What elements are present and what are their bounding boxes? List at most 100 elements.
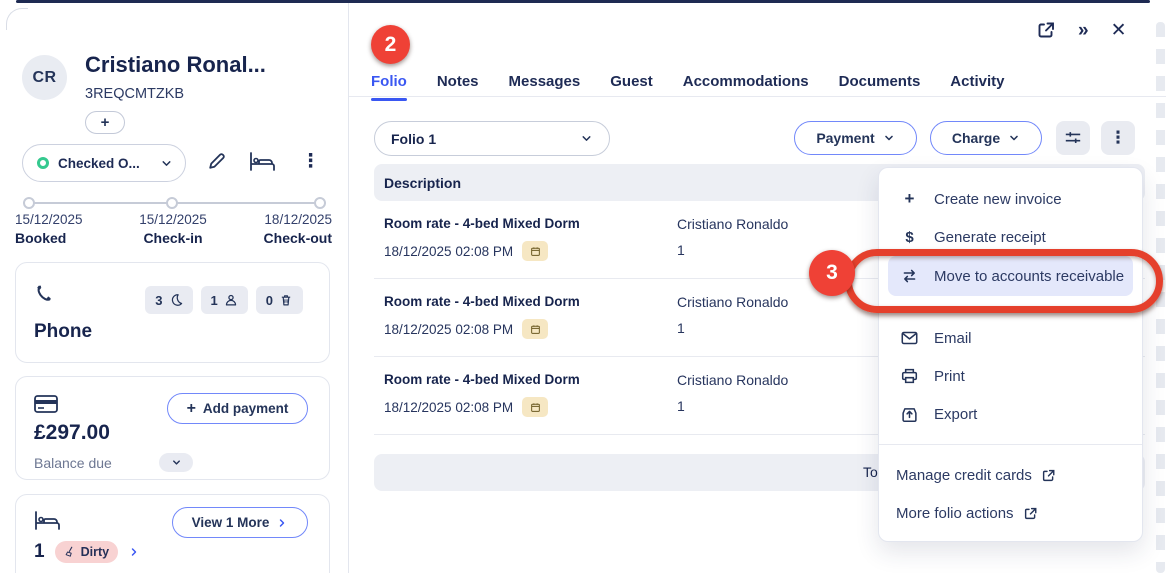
bin-badge: 0 [256,286,303,314]
moon-icon [169,293,183,307]
collapse-panel-icon[interactable]: » [1078,21,1089,40]
menu-item-generate-receipt[interactable]: $ Generate receipt [879,218,1142,256]
status-label: Checked O... [58,156,151,171]
balance-due-label: Balance due [34,455,112,471]
row-description: Room rate - 4-bed Mixed Dorm [384,294,580,309]
calendar-icon [530,246,541,257]
bin-count: 0 [266,293,273,308]
row-description: Room rate - 4-bed Mixed Dorm [384,216,580,231]
transfer-icon [900,269,919,283]
external-link-icon [1041,468,1056,483]
folio-select-value: Folio 1 [391,131,580,147]
plus-icon: + [187,400,196,418]
calendar-icon [530,402,541,413]
row-qty: 1 [677,242,685,258]
menu-item-label: Create new invoice [934,191,1062,208]
menu-item-move-to-accounts-receivable[interactable]: Move to accounts receivable [888,256,1133,296]
checkout-date: 18/12/2025 [222,212,332,227]
guests-badge: 1 [201,286,248,314]
kebab-menu-icon[interactable]: ⋮ [301,152,320,171]
add-tag-button[interactable]: + [85,111,125,134]
chevron-down-icon [160,157,173,170]
folio-select[interactable]: Folio 1 [374,121,610,156]
timeline-booked: 15/12/2025 Booked [15,212,125,246]
person-icon [224,293,238,307]
booked-date: 15/12/2025 [15,212,125,227]
bed-icon [34,511,60,530]
menu-item-more-folio-actions[interactable]: More folio actions [879,494,1142,532]
rooms-count: 1 [34,541,45,563]
charge-dropdown-button[interactable]: Charge [930,121,1042,155]
add-payment-button[interactable]: + Add payment [167,393,308,424]
menu-item-label: Print [934,368,965,385]
phone-title: Phone [34,321,92,343]
menu-item-label: Email [934,330,972,347]
folio-actions-menu: + Create new invoice $ Generate receipt … [878,167,1143,542]
charge-label: Charge [952,130,1000,146]
menu-item-export[interactable]: Export [879,395,1142,433]
nights-count: 3 [155,293,162,308]
chevron-down-icon [883,132,895,144]
dirty-label: Dirty [81,545,109,559]
guests-count: 1 [211,293,218,308]
row-guest: Cristiano Ronaldo [677,372,788,388]
folio-actions-button[interactable]: ⋮ [1101,121,1135,155]
booking-detail-panel: CR Cristiano Ronal... 3REQCMTZKB + Check… [0,0,1166,573]
print-icon [900,368,919,384]
menu-item-label: Generate receipt [934,229,1046,246]
chevron-right-icon[interactable] [128,546,140,558]
nights-badge: 3 [145,286,192,314]
checkout-label: Check-out [222,230,332,246]
row-description: Room rate - 4-bed Mixed Dorm [384,372,580,387]
room-icon[interactable] [249,152,275,171]
credit-card-icon [34,395,58,413]
avatar: CR [22,55,67,100]
close-icon[interactable]: ✕ [1111,21,1127,40]
chevron-down-icon [171,457,182,468]
phone-card: 3 1 0 Phone [15,262,330,363]
chevron-down-icon [580,132,593,145]
add-payment-label: Add payment [203,401,289,416]
menu-item-label: Move to accounts receivable [934,268,1124,285]
edit-icon[interactable] [206,151,227,172]
menu-item-label: More folio actions [896,505,1014,522]
dirty-status-badge: Dirty [55,541,118,563]
row-datetime: 18/12/2025 02:08 PM [384,400,513,415]
rooms-card: View 1 More 1 Dirty [15,494,330,573]
row-qty: 1 [677,398,685,414]
status-dropdown[interactable]: Checked O... [22,144,186,182]
balance-amount: £297.00 [34,421,110,445]
timeline-dot-checkin [166,197,178,209]
checkin-date: 15/12/2025 [118,212,228,227]
row-datetime: 18/12/2025 02:08 PM [384,244,513,259]
broom-icon [64,546,76,558]
payment-label: Payment [816,130,874,146]
plus-icon: + [900,189,919,209]
auto-posted-badge [522,241,548,261]
payment-dropdown-button[interactable]: Payment [794,121,917,155]
status-dot-icon [37,157,49,169]
top-border [16,0,1150,3]
step-3-badge: 3 [809,250,855,296]
payment-card: + Add payment £297.00 Balance due [15,376,330,480]
menu-item-email[interactable]: Email [879,319,1142,357]
menu-item-label: Export [934,406,977,423]
external-link-icon [1023,506,1038,521]
filter-button[interactable] [1056,121,1090,155]
open-external-icon[interactable] [1036,20,1056,40]
view-more-button[interactable]: View 1 More [172,507,308,538]
menu-item-manage-credit-cards[interactable]: Manage credit cards [879,456,1142,494]
balance-expand-button[interactable] [159,453,193,472]
email-icon [900,331,919,345]
total-label-partial: To [863,464,878,480]
scrollbar-track[interactable] [1156,22,1165,573]
row-guest: Cristiano Ronaldo [677,216,788,232]
row-qty: 1 [677,320,685,336]
auto-posted-badge [522,397,548,417]
timeline-dot-booked [23,197,35,209]
menu-item-print[interactable]: Print [879,357,1142,395]
menu-item-create-new-invoice[interactable]: + Create new invoice [879,180,1142,218]
dollar-icon: $ [900,229,919,246]
guest-name: Cristiano Ronal... [85,52,266,78]
view-more-label: View 1 More [192,515,270,530]
